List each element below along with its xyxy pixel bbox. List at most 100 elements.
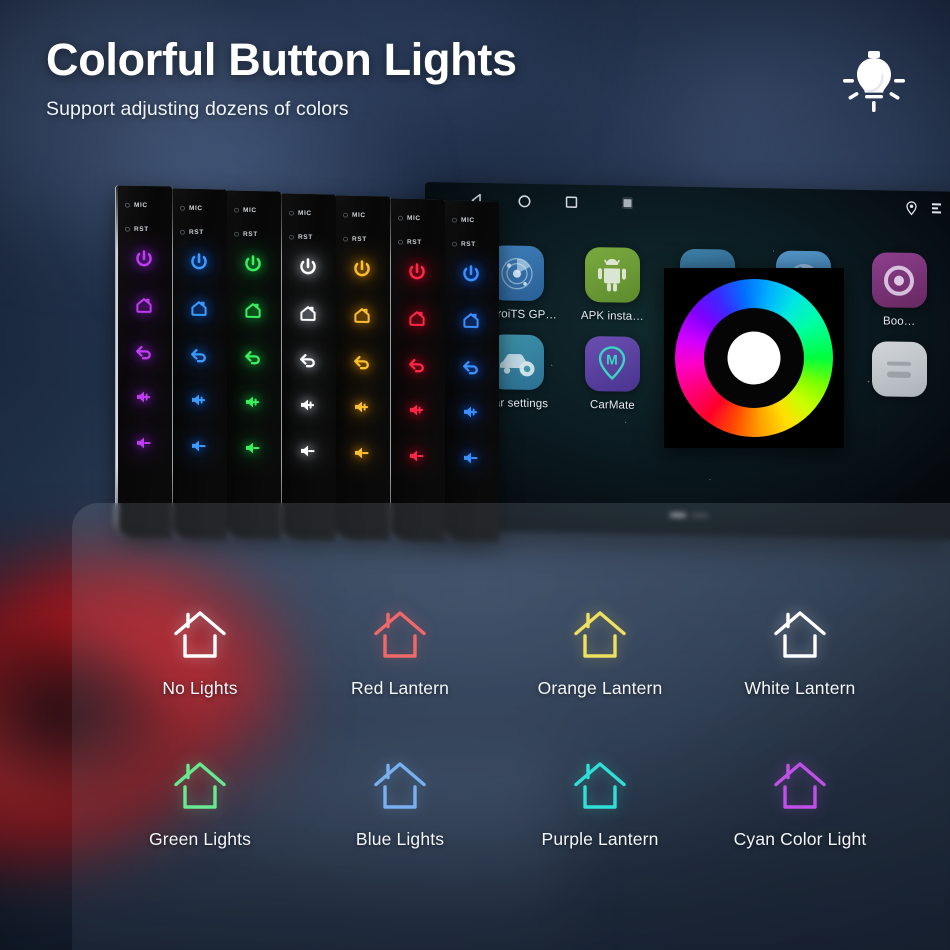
house-icon [574,611,626,658]
rst-hole-icon [452,241,457,247]
panel-button-volume-down[interactable] [188,434,210,456]
panel-button-power[interactable] [242,253,264,275]
panel-button-home[interactable] [351,304,373,326]
light-mode-item[interactable]: Orange Lantern [500,608,700,699]
color-wheel-picker[interactable] [664,268,844,448]
panel-button-volume-down[interactable] [406,444,428,466]
panel-button-power[interactable] [297,255,319,277]
button-panel-blue[interactable]: MIC RST [170,187,227,540]
rst-label: RST [234,231,258,238]
rst-label: RST [452,241,476,248]
app-item[interactable]: Boo… [857,252,941,329]
panel-button-back[interactable] [242,345,264,367]
button-panel-amber[interactable]: MIC RST [334,195,390,541]
mic-label: MIC [179,204,202,212]
panel-button-volume-up[interactable] [242,391,264,413]
panel-button-back[interactable] [351,350,373,372]
panel-button-volume-down[interactable] [351,442,373,464]
app-label: APK insta… [580,309,644,324]
panel-button-volume-down[interactable] [133,432,155,454]
panel-button-back[interactable] [133,340,155,362]
mic-label: MIC [343,212,366,219]
selected-color-swatch[interactable] [727,331,781,385]
mic-label: MIC [397,214,420,222]
header: Colorful Button Lights Support adjusting… [46,34,517,121]
rst-label: RST [288,233,312,241]
rst-label: RST [343,236,367,243]
page-title: Colorful Button Lights [46,34,517,85]
mic-hole-icon [397,215,403,221]
svg-text:M: M [607,351,619,367]
light-mode-item[interactable]: No Lights [100,608,300,699]
light-mode-item[interactable]: Purple Lantern [500,759,700,850]
house-icon [774,762,826,809]
rst-label: RST [397,238,421,246]
panel-button-power[interactable] [188,250,210,272]
panel-button-home[interactable] [460,309,482,331]
light-mode-label: White Lantern [744,678,856,698]
house-icon [174,611,226,658]
house-icon [174,762,226,809]
recents-square-icon[interactable] [563,193,580,210]
light-mode-item[interactable]: White Lantern [700,608,900,699]
house-icon [774,611,826,658]
rst-hole-icon [179,229,185,235]
button-panel-purple[interactable]: MIC RST [116,185,172,539]
panel-button-back[interactable] [460,355,482,377]
house-icon [374,611,426,658]
panel-button-volume-up[interactable] [460,401,482,423]
button-panel-green[interactable]: MIC RST [225,190,281,540]
light-mode-label: Purple Lantern [541,829,659,849]
button-panel-red[interactable]: MIC RST [388,197,445,542]
app-item[interactable] [857,341,941,418]
light-mode-label: Orange Lantern [537,678,663,698]
light-mode-item[interactable]: Red Lantern [300,608,500,699]
rst-hole-icon [343,236,348,242]
panel-button-home[interactable] [242,299,264,321]
button-panel-blue2[interactable]: MIC RST [443,200,499,542]
panel-button-power[interactable] [460,263,482,285]
panel-button-power[interactable] [406,260,428,282]
light-mode-item[interactable]: Green Lights [100,759,300,850]
rst-hole-icon [397,239,403,245]
panel-button-power[interactable] [133,248,155,270]
mic-hole-icon [452,217,457,223]
panel-button-home[interactable] [133,294,155,316]
light-mode-item[interactable]: Cyan Color Light [700,759,900,850]
light-modes-grid: No Lights Red Lantern Orange Lantern White … [100,608,900,850]
panel-button-home[interactable] [297,301,319,323]
app-item[interactable]: M CarMate [570,335,654,413]
panel-button-volume-up[interactable] [406,398,428,420]
panel-button-back[interactable] [297,347,319,369]
home-circle-icon[interactable] [516,192,533,209]
panel-button-volume-up[interactable] [297,393,319,415]
light-mode-label: Red Lantern [351,678,449,698]
panel-button-volume-up[interactable] [188,388,210,410]
record-icon [871,252,927,309]
mic-hole-icon [125,202,130,208]
panel-button-volume-up[interactable] [351,396,373,418]
panel-button-home[interactable] [406,306,428,328]
app-icon [871,341,927,398]
house-icon [374,762,426,809]
page-subtitle: Support adjusting dozens of colors [46,98,349,120]
panel-button-back[interactable] [188,342,210,364]
panel-button-volume-down[interactable] [460,447,482,469]
lightbulb-icon [843,51,905,112]
button-panel-white[interactable]: MIC RST [279,192,336,541]
mic-label: MIC [125,202,148,209]
app-item[interactable]: APK insta… [570,246,654,324]
app-label: CarMate [589,399,635,412]
light-mode-item[interactable]: Blue Lights [300,759,500,850]
panel-button-power[interactable] [351,258,373,280]
light-mode-label: Green Lights [149,829,251,849]
panel-button-home[interactable] [188,296,210,318]
carmate-pin-icon: M [584,335,640,392]
panel-button-back[interactable] [406,352,428,374]
panel-button-volume-down[interactable] [297,439,319,461]
panel-button-volume-up[interactable] [133,386,155,408]
panel-button-volume-down[interactable] [242,437,264,459]
app-label: Boo… [883,315,916,328]
screenshot-icon[interactable] [622,197,633,209]
mic-hole-icon [234,207,239,213]
